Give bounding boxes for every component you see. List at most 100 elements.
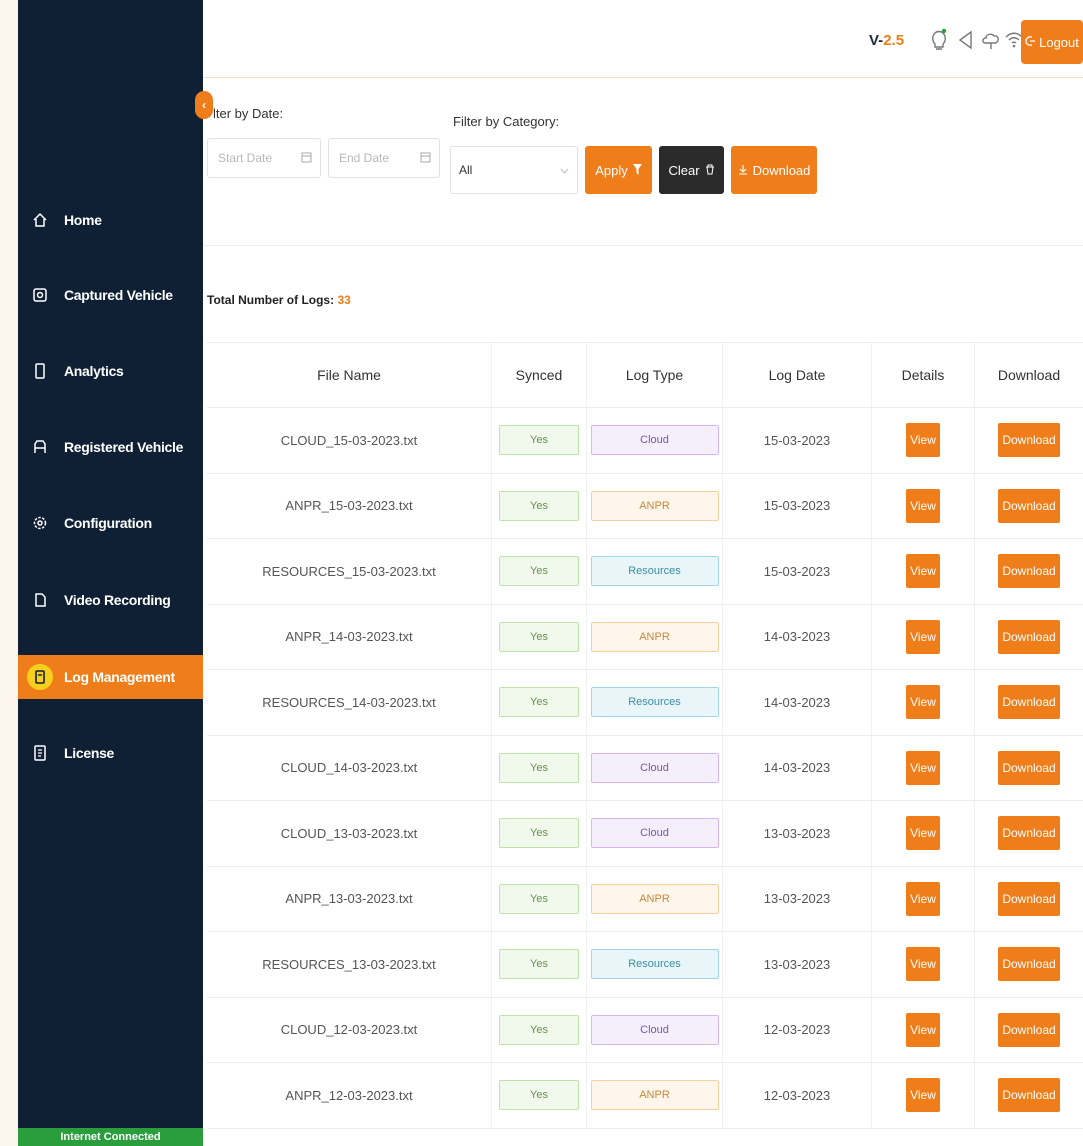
synced-cell: Yes xyxy=(492,866,587,931)
log-type-cell: ANPR xyxy=(587,866,723,931)
sidebar-item-label: Registered Vehicle xyxy=(64,439,184,455)
log-date-cell: 14-03-2023 xyxy=(723,735,872,800)
log-type-badge: Cloud xyxy=(590,1014,719,1045)
view-button[interactable]: View xyxy=(906,750,940,785)
column-header-details: Details xyxy=(872,343,975,407)
details-cell: View xyxy=(872,408,975,473)
download-button[interactable]: Download xyxy=(998,1078,1060,1113)
sidebar-item-log-management[interactable]: Log Management xyxy=(18,655,203,699)
log-type-cell: Cloud xyxy=(587,408,723,473)
synced-badge: Yes xyxy=(499,752,579,783)
logout-icon xyxy=(1025,35,1036,50)
log-type-cell: ANPR xyxy=(587,1063,723,1128)
log-type-cell: Resources xyxy=(587,932,723,997)
total-logs-label: Total Number of Logs: xyxy=(207,293,335,307)
synced-badge: Yes xyxy=(499,425,579,456)
table-row: ANPR_12-03-2023.txt Yes ANPR 12-03-2023 View… xyxy=(207,1063,1083,1129)
log-date-cell: 15-03-2023 xyxy=(723,473,872,538)
view-button[interactable]: View xyxy=(906,947,940,982)
sidebar-item-license[interactable]: License xyxy=(18,731,203,775)
view-button[interactable]: View xyxy=(906,685,940,720)
details-cell: View xyxy=(872,932,975,997)
sidebar-item-label: Captured Vehicle xyxy=(64,287,173,303)
log-date-cell: 13-03-2023 xyxy=(723,866,872,931)
download-button[interactable]: Download xyxy=(998,881,1060,916)
view-button[interactable]: View xyxy=(906,881,940,916)
sidebar-item-configuration[interactable]: Configuration xyxy=(18,501,203,545)
synced-cell: Yes xyxy=(492,801,587,866)
download-cell: Download xyxy=(975,932,1083,997)
download-button[interactable]: Download xyxy=(998,750,1060,785)
category-select[interactable]: All xyxy=(450,146,578,194)
download-cell: Download xyxy=(975,474,1083,539)
sidebar-item-captured-vehicle[interactable]: Captured Vehicle xyxy=(18,273,203,317)
table-row: CLOUD_13-03-2023.txt Yes Cloud 13-03-2023 Vi… xyxy=(207,801,1083,867)
log-type-badge: Resources xyxy=(590,949,719,980)
section-divider xyxy=(203,245,1083,246)
sidebar-item-label: Analytics xyxy=(64,363,124,379)
internet-status-badge: Internet Connected xyxy=(18,1128,203,1146)
cloud-icon[interactable] xyxy=(981,28,1001,52)
download-button[interactable]: Download xyxy=(998,685,1060,720)
table-row: RESOURCES_13-03-2023.txt Yes Resources 13-0… xyxy=(207,932,1083,998)
table-row: RESOURCES_14-03-2023.txt Yes Resources 14-0… xyxy=(207,670,1083,736)
log-table: File Name Synced Log Type Log Date Detai… xyxy=(207,342,1083,1129)
sidebar-collapse-button[interactable]: ‹ xyxy=(195,91,213,119)
file-name-cell: CLOUD_15-03-2023.txt xyxy=(207,408,492,473)
page-edge xyxy=(0,0,18,1146)
column-header-log-date: Log Date xyxy=(723,343,872,407)
download-cell: Download xyxy=(975,408,1083,473)
log-type-badge: ANPR xyxy=(590,1080,719,1111)
clear-button[interactable]: Clear xyxy=(659,146,724,194)
end-date-input[interactable]: End Date xyxy=(328,138,440,178)
download-button[interactable]: Download xyxy=(998,816,1060,851)
download-button[interactable]: Download xyxy=(998,423,1060,458)
log-type-cell: Resources xyxy=(587,539,723,604)
total-logs-summary: Total Number of Logs: 33 xyxy=(207,293,351,307)
speaker-icon[interactable] xyxy=(956,28,976,52)
details-cell: View xyxy=(872,670,975,735)
bulb-icon[interactable] xyxy=(929,28,949,52)
synced-badge: Yes xyxy=(499,818,579,849)
download-button[interactable]: Download xyxy=(998,488,1060,523)
table-row: CLOUD_12-03-2023.txt Yes Cloud 12-03-2023 Vi… xyxy=(207,997,1083,1063)
start-date-input[interactable]: Start Date xyxy=(207,138,321,178)
column-header-file-name: File Name xyxy=(207,343,492,407)
download-button[interactable]: Download xyxy=(998,619,1060,654)
view-button[interactable]: View xyxy=(906,816,940,851)
file-name-cell: RESOURCES_15-03-2023.txt xyxy=(207,539,492,604)
version-label: V-2.5 xyxy=(869,32,904,49)
view-button[interactable]: View xyxy=(906,1078,940,1113)
download-all-button[interactable]: Download xyxy=(731,146,817,194)
log-date-cell: 12-03-2023 xyxy=(723,1063,872,1128)
logout-button[interactable]: Logout xyxy=(1021,20,1083,64)
view-button[interactable]: View xyxy=(906,619,940,654)
table-row: ANPR_13-03-2023.txt Yes ANPR 13-03-2023 View… xyxy=(207,866,1083,932)
synced-cell: Yes xyxy=(492,932,587,997)
apply-button[interactable]: Apply xyxy=(585,146,652,194)
log-date-cell: 13-03-2023 xyxy=(723,932,872,997)
chevron-left-icon: ‹ xyxy=(202,98,206,112)
download-button[interactable]: Download xyxy=(998,554,1060,589)
sidebar-item-registered-vehicle[interactable]: Registered Vehicle xyxy=(18,425,203,469)
log-type-cell: Cloud xyxy=(587,997,723,1062)
sidebar-item-home[interactable]: Home xyxy=(18,198,203,242)
download-button[interactable]: Download xyxy=(998,947,1060,982)
synced-badge: Yes xyxy=(499,883,579,914)
view-button[interactable]: View xyxy=(906,1012,940,1047)
sidebar: Home Captured Vehicle Analytics Register… xyxy=(18,0,203,1146)
clear-label: Clear xyxy=(668,162,700,178)
filter-icon xyxy=(632,163,642,178)
view-button[interactable]: View xyxy=(906,488,940,523)
end-date-placeholder: End Date xyxy=(339,151,390,165)
table-row: RESOURCES_15-03-2023.txt Yes Resources 15-0… xyxy=(207,539,1083,605)
log-type-cell: ANPR xyxy=(587,604,723,669)
view-button[interactable]: View xyxy=(906,423,940,458)
download-cell: Download xyxy=(975,670,1083,735)
view-button[interactable]: View xyxy=(906,554,940,589)
calendar-icon xyxy=(301,151,312,166)
sidebar-item-video-recording[interactable]: Video Recording xyxy=(18,578,203,622)
download-button[interactable]: Download xyxy=(998,1012,1060,1047)
file-name-cell: ANPR_15-03-2023.txt xyxy=(207,473,492,538)
sidebar-item-analytics[interactable]: Analytics xyxy=(18,349,203,393)
